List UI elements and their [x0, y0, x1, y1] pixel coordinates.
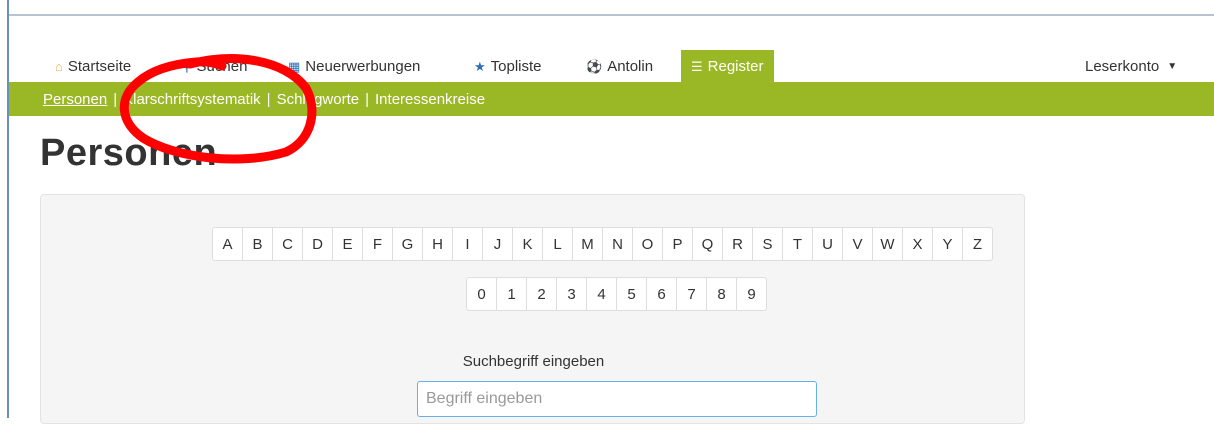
list-icon: ☰ [691, 58, 703, 74]
letter-button-f[interactable]: F [362, 227, 393, 261]
search-label: Suchbegriff eingeben [462, 353, 605, 370]
letter-button-w[interactable]: W [872, 227, 903, 261]
account-menu[interactable]: Leserkonto ▼ [1085, 50, 1177, 82]
digit-index: 0123456789 [466, 277, 767, 311]
letter-button-c[interactable]: C [272, 227, 303, 261]
letter-button-z[interactable]: Z [962, 227, 993, 261]
nav-label: Topliste [490, 57, 542, 75]
star-icon: ★ [474, 58, 486, 74]
nav-item-startseite[interactable]: ⌂ Startseite [55, 50, 131, 82]
letter-button-l[interactable]: L [542, 227, 573, 261]
letter-button-r[interactable]: R [722, 227, 753, 261]
subnav-item-personen[interactable]: Personen [43, 91, 107, 108]
subnav-item-klarschriftsystematik[interactable]: Klarschriftsystematik [123, 91, 261, 108]
letter-button-b[interactable]: B [242, 227, 273, 261]
page-title: Personen [40, 132, 218, 174]
subnav-item-schlagworte[interactable]: Schlagworte [277, 91, 360, 108]
letter-button-s[interactable]: S [752, 227, 783, 261]
letter-button-a[interactable]: A [212, 227, 243, 261]
home-icon: ⌂ [55, 58, 63, 74]
caret-down-icon: ▼ [1167, 60, 1178, 72]
letter-button-k[interactable]: K [512, 227, 543, 261]
letter-button-y[interactable]: Y [932, 227, 963, 261]
letter-button-e[interactable]: E [332, 227, 363, 261]
letter-button-v[interactable]: V [842, 227, 873, 261]
digit-button-8[interactable]: 8 [706, 277, 737, 311]
letter-button-q[interactable]: Q [692, 227, 723, 261]
letter-button-u[interactable]: U [812, 227, 843, 261]
digit-button-5[interactable]: 5 [616, 277, 647, 311]
nav-label: Register [707, 57, 764, 75]
window-top-bar [7, 0, 1214, 16]
nav-label: Startseite [67, 57, 132, 75]
nav-label: Antolin [607, 57, 654, 75]
digit-button-9[interactable]: 9 [736, 277, 767, 311]
sub-navbar: Personen | Klarschriftsystematik | Schla… [9, 82, 1214, 116]
search-input[interactable] [417, 381, 817, 417]
nav-item-suchen[interactable]: ⚲ Suchen [182, 50, 247, 82]
calendar-icon: ▦ [288, 58, 301, 74]
letter-button-m[interactable]: M [572, 227, 603, 261]
soccer-ball-icon: ⚽ [586, 58, 603, 74]
nav-item-register[interactable]: ☰ Register [681, 50, 774, 82]
digit-button-7[interactable]: 7 [676, 277, 707, 311]
subnav-separator: | [266, 90, 271, 108]
letter-button-h[interactable]: H [422, 227, 453, 261]
digit-button-4[interactable]: 4 [586, 277, 617, 311]
letter-button-i[interactable]: I [452, 227, 483, 261]
digit-button-0[interactable]: 0 [466, 277, 497, 311]
letter-button-p[interactable]: P [662, 227, 693, 261]
letter-button-j[interactable]: J [482, 227, 513, 261]
letter-index: ABCDEFGHIJKLMNOPQRSTUVWXYZ [212, 227, 993, 261]
window-left-border [7, 0, 9, 418]
letter-button-n[interactable]: N [602, 227, 633, 261]
search-panel: ABCDEFGHIJKLMNOPQRSTUVWXYZ 0123456789 Su… [40, 194, 1025, 424]
nav-item-neuerwerbungen[interactable]: ▦ Neuerwerbungen [288, 50, 420, 82]
digit-button-3[interactable]: 3 [556, 277, 587, 311]
digit-button-2[interactable]: 2 [526, 277, 557, 311]
subnav-item-interessenkreise[interactable]: Interessenkreise [375, 91, 485, 108]
letter-button-g[interactable]: G [392, 227, 423, 261]
subnav-separator: | [365, 90, 370, 108]
letter-button-d[interactable]: D [302, 227, 333, 261]
search-icon: ⚲ [182, 58, 192, 74]
letter-button-t[interactable]: T [782, 227, 813, 261]
digit-button-1[interactable]: 1 [496, 277, 527, 311]
subnav-separator: | [113, 90, 118, 108]
main-navbar: ⌂ Startseite ⚲ Suchen ▦ Neuerwerbungen ★… [40, 50, 1214, 82]
nav-label: Suchen [196, 57, 248, 75]
account-label: Leserkonto [1085, 57, 1160, 75]
digit-button-6[interactable]: 6 [646, 277, 677, 311]
nav-item-antolin[interactable]: ⚽ Antolin [586, 50, 653, 82]
letter-button-o[interactable]: O [632, 227, 663, 261]
nav-item-topliste[interactable]: ★ Topliste [474, 50, 542, 82]
letter-button-x[interactable]: X [902, 227, 933, 261]
nav-label: Neuerwerbungen [305, 57, 421, 75]
